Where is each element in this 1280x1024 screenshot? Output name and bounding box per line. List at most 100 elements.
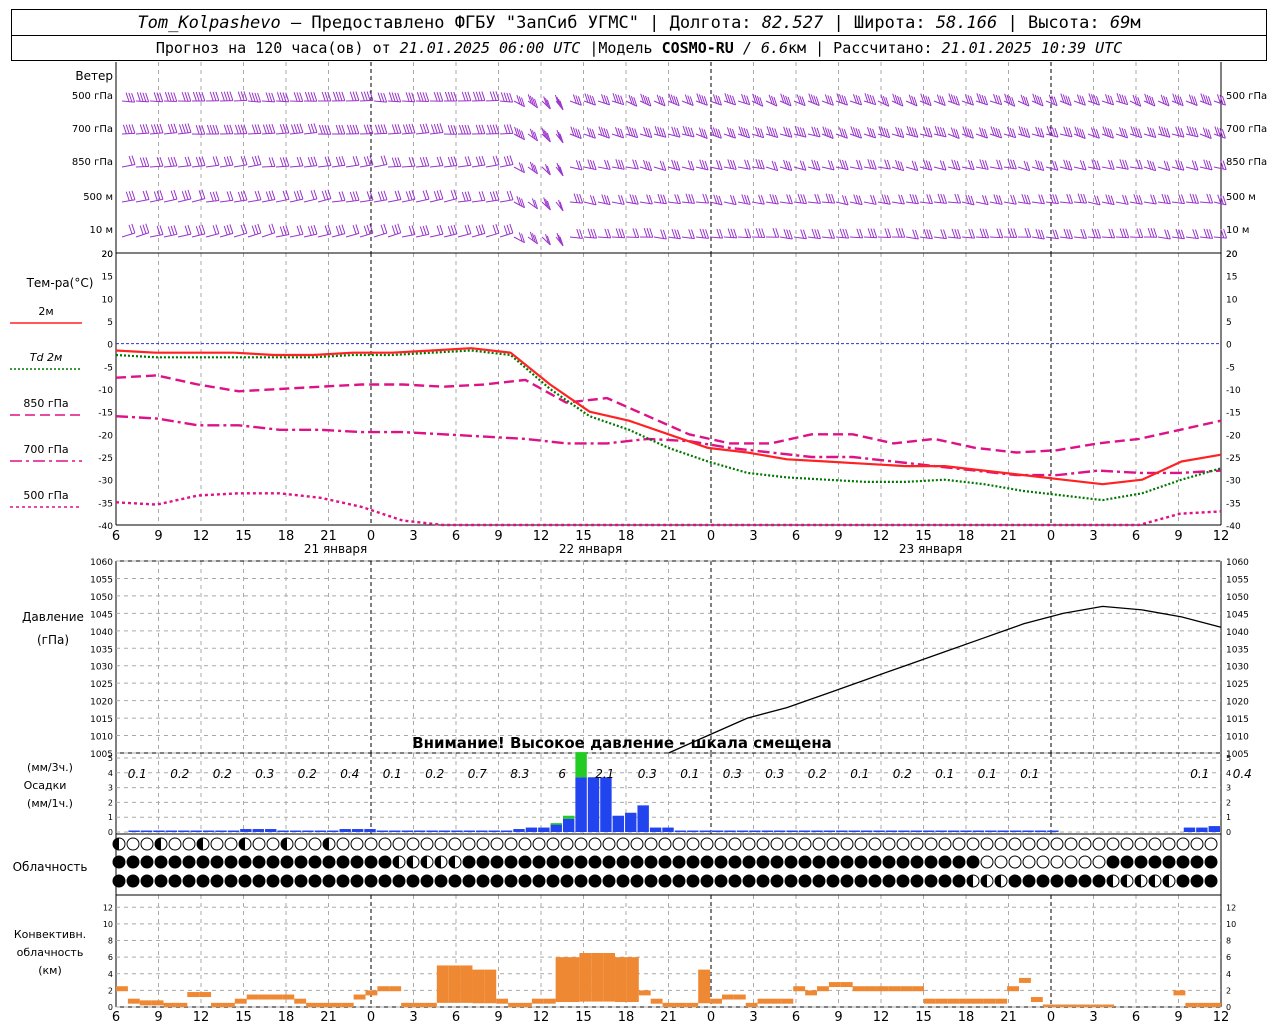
wind-barb-feather — [391, 157, 396, 167]
wind-barb-feather — [128, 124, 133, 134]
precip-bar — [649, 827, 662, 832]
wind-barb — [261, 232, 275, 238]
wind-barb-feather — [1139, 228, 1144, 238]
wind-barb-feather — [383, 124, 388, 134]
x-tick-label: 18 — [278, 1010, 295, 1024]
wind-barb-feather — [845, 228, 850, 239]
convective-y-tick: 12 — [1226, 903, 1236, 912]
wind-barb-feather — [419, 226, 424, 236]
wind-barb — [1031, 201, 1045, 205]
wind-barb-feather — [478, 124, 483, 135]
wind-barb — [1213, 166, 1227, 171]
wind-barb-feather — [1097, 228, 1102, 239]
wind-barb-feather — [1069, 194, 1074, 204]
cloud-cover-circle — [224, 837, 238, 851]
x-tick-label: 9 — [1174, 1010, 1182, 1024]
precip-total: 8.3 — [510, 767, 529, 781]
cloud-cover-circle — [756, 855, 770, 869]
cloud-cover-circle — [448, 837, 462, 851]
wind-barb-feather — [887, 228, 892, 238]
wind-title: Ветер — [75, 69, 113, 83]
wind-barb — [415, 165, 430, 168]
convective-bar — [127, 998, 140, 1004]
wind-barb-feather — [859, 228, 864, 239]
cloud-cover-circle — [266, 874, 280, 888]
wind-barb-feather — [1147, 227, 1152, 238]
wind-barb-feather — [201, 189, 206, 199]
precip-bar — [1183, 827, 1196, 832]
wind-barb-feather — [464, 91, 469, 102]
wind-barb-feather — [898, 228, 903, 238]
wind-barb-feather — [338, 191, 343, 201]
precip-y-tick: 0 — [108, 828, 113, 837]
temp-y-tick: 10 — [1226, 295, 1238, 305]
wind-barb-feather — [408, 92, 413, 102]
cloud-cover-circle — [196, 855, 210, 869]
precip-bar — [736, 830, 749, 832]
wind-barb-feather — [1195, 229, 1199, 239]
wind-barb-feather — [481, 224, 486, 234]
wind-barb — [961, 166, 975, 171]
wind-barb — [345, 232, 360, 238]
wind-barb — [989, 166, 1003, 170]
cloud-cover-circle — [882, 874, 896, 888]
cloud-cover-circle — [1036, 874, 1050, 888]
wind-barb-feather — [181, 191, 186, 201]
cloud-cover-circle — [336, 837, 350, 851]
wind-barb-feather — [467, 224, 472, 234]
precip-y-tick: 2 — [108, 798, 113, 807]
wind-barb-feather — [727, 228, 732, 238]
x-tick-label: 6 — [112, 1010, 120, 1024]
cloud-cover-circle — [938, 855, 952, 869]
cloud-cover-half — [155, 838, 161, 850]
wind-barb-feather — [184, 225, 189, 235]
precip-total: 6 — [558, 767, 566, 781]
cloud-cover-circle — [378, 837, 392, 851]
wind-barb-feather — [397, 157, 402, 167]
cloud-cover-circle — [910, 837, 924, 851]
wind-barb — [401, 132, 416, 135]
wind-barb-feather — [1136, 228, 1141, 238]
cloud-cover-half — [967, 875, 973, 887]
x-tick-label: 3 — [749, 529, 757, 544]
precip-total: 0.2 — [808, 767, 827, 781]
wind-barb — [317, 164, 332, 168]
cloud-cover-circle — [588, 874, 602, 888]
precip-total: 0.1 — [1020, 767, 1039, 781]
pressure-y-tick: 1045 — [1226, 610, 1249, 620]
cloud-cover-circle — [308, 855, 322, 869]
wind-barb-feather — [705, 193, 710, 204]
wind-barb-feather — [335, 225, 340, 236]
wind-barb-feather — [481, 124, 486, 134]
wind-barb-feather — [461, 124, 466, 135]
wind-barb-feather — [475, 225, 480, 236]
wind-barb-feather — [433, 123, 438, 134]
wind-barb — [891, 201, 905, 205]
convective-y-tick: 0 — [1226, 1003, 1231, 1012]
wind-barb-feather — [318, 124, 323, 135]
temp-y-tick: -15 — [98, 409, 113, 419]
pressure-y-tick: 1030 — [90, 663, 113, 673]
wind-barb-feather — [503, 92, 508, 102]
precip-bar — [538, 827, 550, 832]
pressure-line — [668, 605, 1222, 754]
wind-barb-feather — [279, 226, 284, 236]
wind-barb-feather — [170, 92, 175, 102]
wind-barb-feather — [380, 191, 385, 201]
wind-barb-feather — [142, 190, 147, 201]
wind-barb-feather — [366, 156, 371, 166]
wind-barb-feather — [699, 228, 704, 238]
cloud-cover-circle — [812, 837, 826, 851]
wind-barb — [135, 165, 149, 168]
wind-barb — [275, 100, 289, 103]
wind-barb-feather — [355, 91, 360, 101]
cloud-cover-circle — [196, 874, 210, 888]
precip-bar — [128, 830, 140, 832]
cloud-cover-circle — [210, 874, 224, 888]
convective-bar — [781, 998, 794, 1004]
cloud-cover-half — [995, 875, 1001, 887]
cloud-cover-circle — [1092, 874, 1106, 888]
x-tick-label: 3 — [409, 529, 417, 544]
convective-bar — [1078, 1004, 1091, 1007]
x-tick-label: 9 — [1174, 529, 1182, 544]
